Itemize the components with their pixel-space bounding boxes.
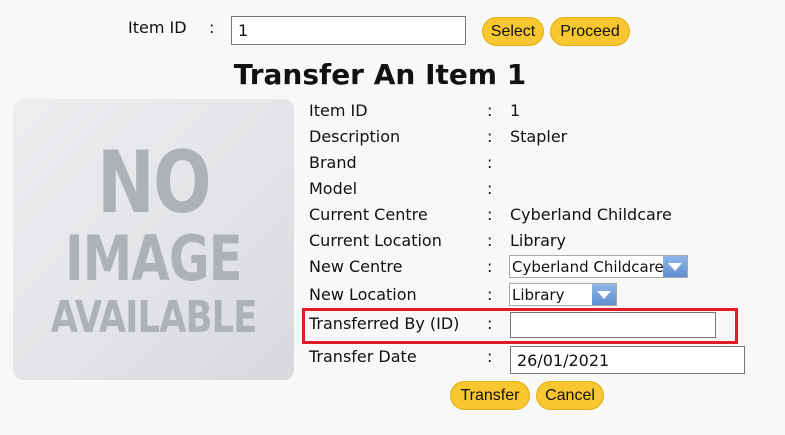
model-colon: :: [487, 179, 493, 198]
current-location-colon: :: [487, 231, 493, 250]
no-image-placeholder: NO IMAGE AVAILABLE: [13, 99, 294, 380]
select-button[interactable]: Select: [482, 17, 544, 46]
new-centre-colon: :: [487, 257, 493, 276]
current-location-label: Current Location: [309, 231, 442, 250]
new-location-colon: :: [487, 285, 493, 304]
description-label: Description: [309, 127, 401, 146]
transferred-by-label: Transferred By (ID): [309, 314, 460, 333]
transfer-date-colon: :: [487, 347, 493, 366]
transferred-by-colon: :: [487, 314, 493, 333]
new-centre-selected-value: Cyberland Childcare: [512, 257, 663, 276]
no-image-text-line3: AVAILABLE: [50, 291, 258, 343]
item-id-label: Item ID: [309, 101, 368, 120]
cancel-button[interactable]: Cancel: [536, 381, 604, 410]
transfer-date-label: Transfer Date: [309, 347, 417, 366]
transferred-by-input[interactable]: [510, 312, 716, 338]
item-id-search-label: Item ID: [128, 18, 187, 37]
item-id-value: 1: [510, 101, 521, 120]
chevron-down-icon[interactable]: [663, 256, 687, 277]
new-centre-label: New Centre: [309, 257, 403, 276]
item-id-search-input[interactable]: 1: [231, 16, 466, 45]
model-label: Model: [309, 179, 358, 198]
item-id-search-colon: :: [209, 18, 215, 37]
transfer-date-input[interactable]: 26/01/2021: [510, 346, 745, 374]
new-centre-select[interactable]: Cyberland Childcare: [509, 255, 688, 278]
brand-colon: :: [487, 153, 493, 172]
page-title: Transfer An Item 1: [233, 58, 527, 91]
no-image-text-line2: IMAGE: [65, 221, 243, 295]
brand-label: Brand: [309, 153, 357, 172]
proceed-button[interactable]: Proceed: [550, 17, 630, 46]
new-location-label: New Location: [309, 285, 417, 304]
new-location-select[interactable]: Library: [509, 283, 617, 306]
description-colon: :: [487, 127, 493, 146]
current-centre-value: Cyberland Childcare: [510, 205, 672, 224]
new-location-selected-value: Library: [512, 285, 565, 304]
chevron-down-icon[interactable]: [592, 284, 616, 305]
transfer-button[interactable]: Transfer: [450, 381, 530, 410]
current-location-value: Library: [510, 231, 566, 250]
description-value: Stapler: [510, 127, 568, 146]
no-image-text-line1: NO: [97, 132, 211, 233]
current-centre-label: Current Centre: [309, 205, 428, 224]
item-id-colon: :: [487, 101, 493, 120]
current-centre-colon: :: [487, 205, 493, 224]
